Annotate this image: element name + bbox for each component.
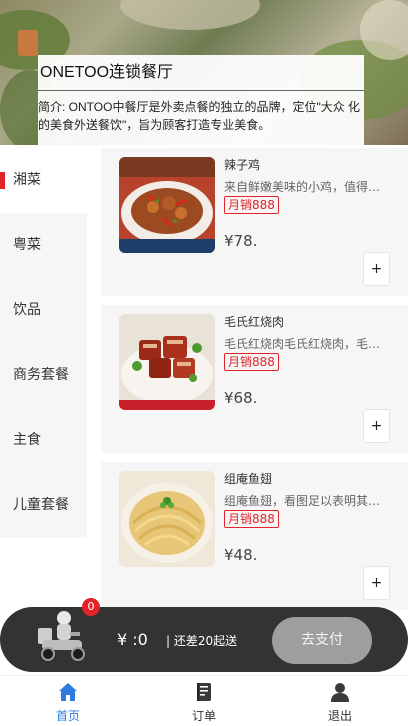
add-to-cart-button[interactable]: +	[363, 252, 390, 286]
category-item-staple[interactable]: 主食	[0, 408, 87, 473]
dish-name: 毛氏红烧肉	[224, 315, 285, 329]
checkout-button[interactable]: 去支付	[272, 617, 372, 664]
add-to-cart-button[interactable]: +	[363, 566, 390, 600]
category-item-hunan[interactable]: 湘菜	[0, 148, 87, 213]
dish-description: 来自鲜嫩美味的小鸡，值得一尝	[224, 180, 384, 194]
minimum-order-hint: | 还差20起送	[166, 634, 238, 648]
dish-card: 毛氏红烧肉 毛氏红烧肉毛氏红烧肉，毛氏红烧肉 月销888 ¥68. +	[101, 305, 408, 453]
user-icon	[331, 683, 349, 702]
dish-name: 组庵鱼翅	[224, 472, 273, 486]
dish-sales-badge: 月销888	[224, 510, 279, 528]
category-sidebar: 湘菜 粤菜 饮品 商务套餐 主食 儿童套餐	[0, 148, 87, 538]
tab-label: 首页	[55, 709, 80, 723]
dish-sales-badge: 月销888	[224, 353, 279, 371]
category-item-cantonese[interactable]: 粤菜	[0, 213, 87, 278]
shop-info-card: ONETOO连锁餐厅 简介: ONTOO中餐厅是外卖点餐的独立的品牌，定位"大众…	[38, 55, 364, 145]
add-to-cart-button[interactable]: +	[363, 409, 390, 443]
category-item-drinks[interactable]: 饮品	[0, 278, 87, 343]
tab-logout[interactable]: 退出	[272, 676, 408, 726]
dish-card: 辣子鸡 来自鲜嫩美味的小鸡，值得一尝 月销888 ¥78. +	[101, 148, 408, 296]
dish-price: ¥78.	[224, 232, 258, 250]
dish-image	[119, 471, 215, 567]
dish-image	[119, 157, 215, 253]
cart-count-badge: 0	[82, 598, 100, 616]
bottom-tab-bar: 首页 订单 退出	[0, 675, 408, 726]
shop-intro: 简介: ONTOO中餐厅是外卖点餐的独立的品牌，定位"大众 化的美食外送餐饮"，…	[38, 100, 361, 132]
order-icon	[197, 683, 211, 701]
category-item-business-set[interactable]: 商务套餐	[0, 343, 87, 408]
dish-description: 组庵鱼翅，看图足以表明其美味	[224, 494, 384, 508]
shop-banner: ONETOO连锁餐厅 简介: ONTOO中餐厅是外卖点餐的独立的品牌，定位"大众…	[0, 0, 408, 145]
tab-orders[interactable]: 订单	[136, 676, 272, 726]
dish-sales-badge: 月销888	[224, 196, 279, 214]
shop-name: ONETOO连锁餐厅	[38, 58, 364, 91]
tab-label: 退出	[327, 709, 352, 723]
tab-home[interactable]: 首页	[0, 676, 136, 726]
dish-name: 辣子鸡	[224, 158, 261, 172]
dish-price: ¥68.	[224, 389, 258, 407]
delivery-scooter-icon[interactable]	[36, 604, 88, 662]
dish-price: ¥48.	[224, 546, 258, 564]
tab-label: 订单	[191, 709, 216, 723]
dish-image	[119, 314, 215, 410]
category-item-kids-set[interactable]: 儿童套餐	[0, 473, 87, 538]
dish-description: 毛氏红烧肉毛氏红烧肉，毛氏红烧肉	[224, 337, 384, 351]
app-page: ONETOO连锁餐厅 简介: ONTOO中餐厅是外卖点餐的独立的品牌，定位"大众…	[0, 0, 408, 726]
home-icon	[59, 683, 77, 701]
cart-total: ¥ :0	[117, 630, 148, 649]
dish-card: 组庵鱼翅 组庵鱼翅，看图足以表明其美味 月销888 ¥48. +	[101, 462, 408, 610]
